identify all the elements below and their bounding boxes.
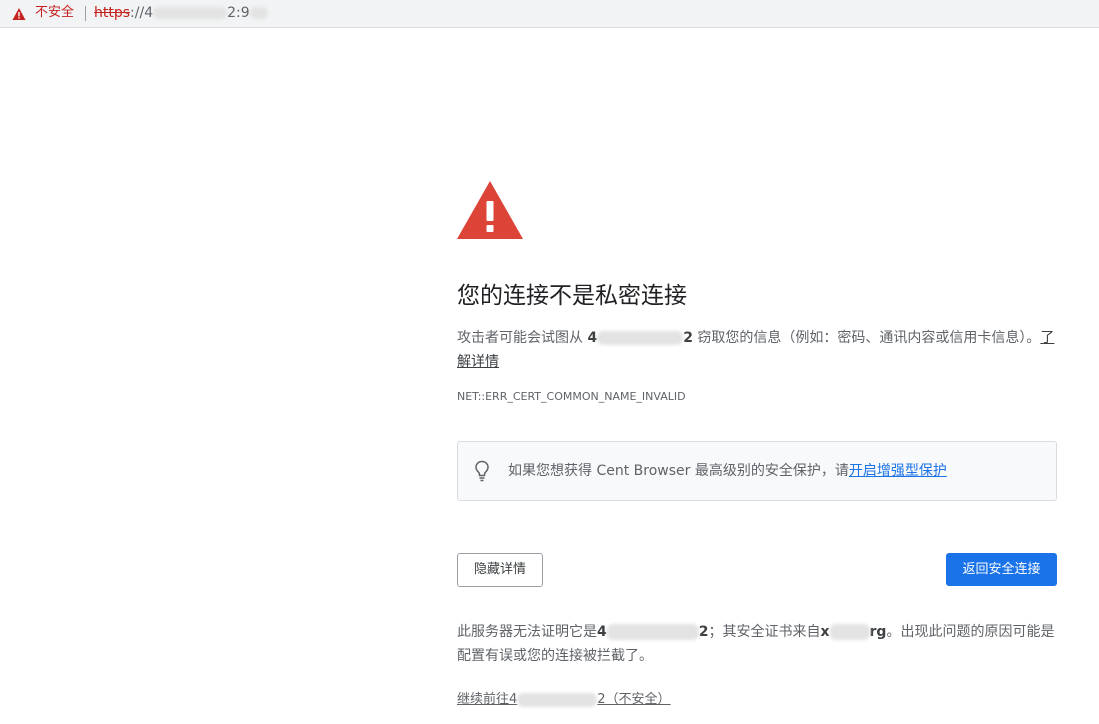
security-status-label[interactable]: 不安全 (35, 5, 74, 21)
url-host-start: ://4 (130, 5, 154, 21)
warning-triangle-icon (12, 8, 26, 20)
enhanced-prompt: 如果您想获得 Cent Browser 最高级别的安全保护，请 (508, 463, 849, 479)
redacted-host (517, 692, 598, 707)
page-title: 您的连接不是私密连接 (457, 283, 687, 309)
details-host-end: 2 (698, 624, 709, 640)
details-host-start: 4 (597, 624, 607, 640)
desc-text-before: 攻击者可能会试图从 (457, 330, 588, 346)
warning-triangle-icon (457, 181, 523, 239)
back-to-safety-button[interactable]: 返回安全连接 (946, 553, 1057, 586)
enhanced-protection-box: 如果您想获得 Cent Browser 最高级别的安全保护，请开启增强型保护 (457, 441, 1057, 501)
redacted-host (606, 624, 699, 640)
lightbulb-icon (475, 460, 489, 482)
url-scheme: https (94, 5, 131, 21)
proceed-text-end: 2（不安全） (597, 692, 671, 707)
enhanced-protection-text: 如果您想获得 Cent Browser 最高级别的安全保护，请开启增强型保护 (508, 460, 947, 482)
details-text-1: 此服务器无法证明它是 (457, 624, 597, 640)
address-bar[interactable]: 不安全 https://4 2:9 (0, 0, 1099, 28)
error-code[interactable]: NET::ERR_CERT_COMMON_NAME_INVALID (457, 390, 686, 404)
redacted-issuer (829, 624, 870, 640)
issuer-start: x (820, 624, 830, 640)
hide-details-button[interactable]: 隐藏详情 (457, 553, 543, 587)
proceed-unsafe-link[interactable]: 继续前往4 2（不安全） (457, 689, 671, 711)
redacted-host (597, 331, 684, 345)
redacted-port (249, 7, 268, 19)
details-text: 此服务器无法证明它是4 2；其安全证书来自x rg。出现此问题的原因可能是配置有误或… (457, 620, 1057, 668)
warning-description: 攻击者可能会试图从 42 窃取您的信息（例如：密码、通讯内容或信用卡信息）。了解… (457, 326, 1057, 374)
enhanced-protection-link[interactable]: 开启增强型保护 (849, 463, 947, 479)
proceed-text-start: 继续前往4 (457, 692, 518, 707)
details-text-2: ；其安全证书来自 (708, 624, 821, 640)
url-text[interactable]: https://4 2:9 (94, 4, 268, 22)
desc-text-after: 窃取您的信息（例如：密码、通讯内容或信用卡信息）。 (692, 330, 1041, 346)
redacted-host (153, 7, 228, 19)
desc-host-end: 2 (683, 330, 693, 346)
separator (85, 6, 86, 21)
desc-host-start: 4 (587, 330, 598, 346)
url-host-end: 2:9 (227, 5, 250, 21)
issuer-end: rg (869, 624, 887, 640)
